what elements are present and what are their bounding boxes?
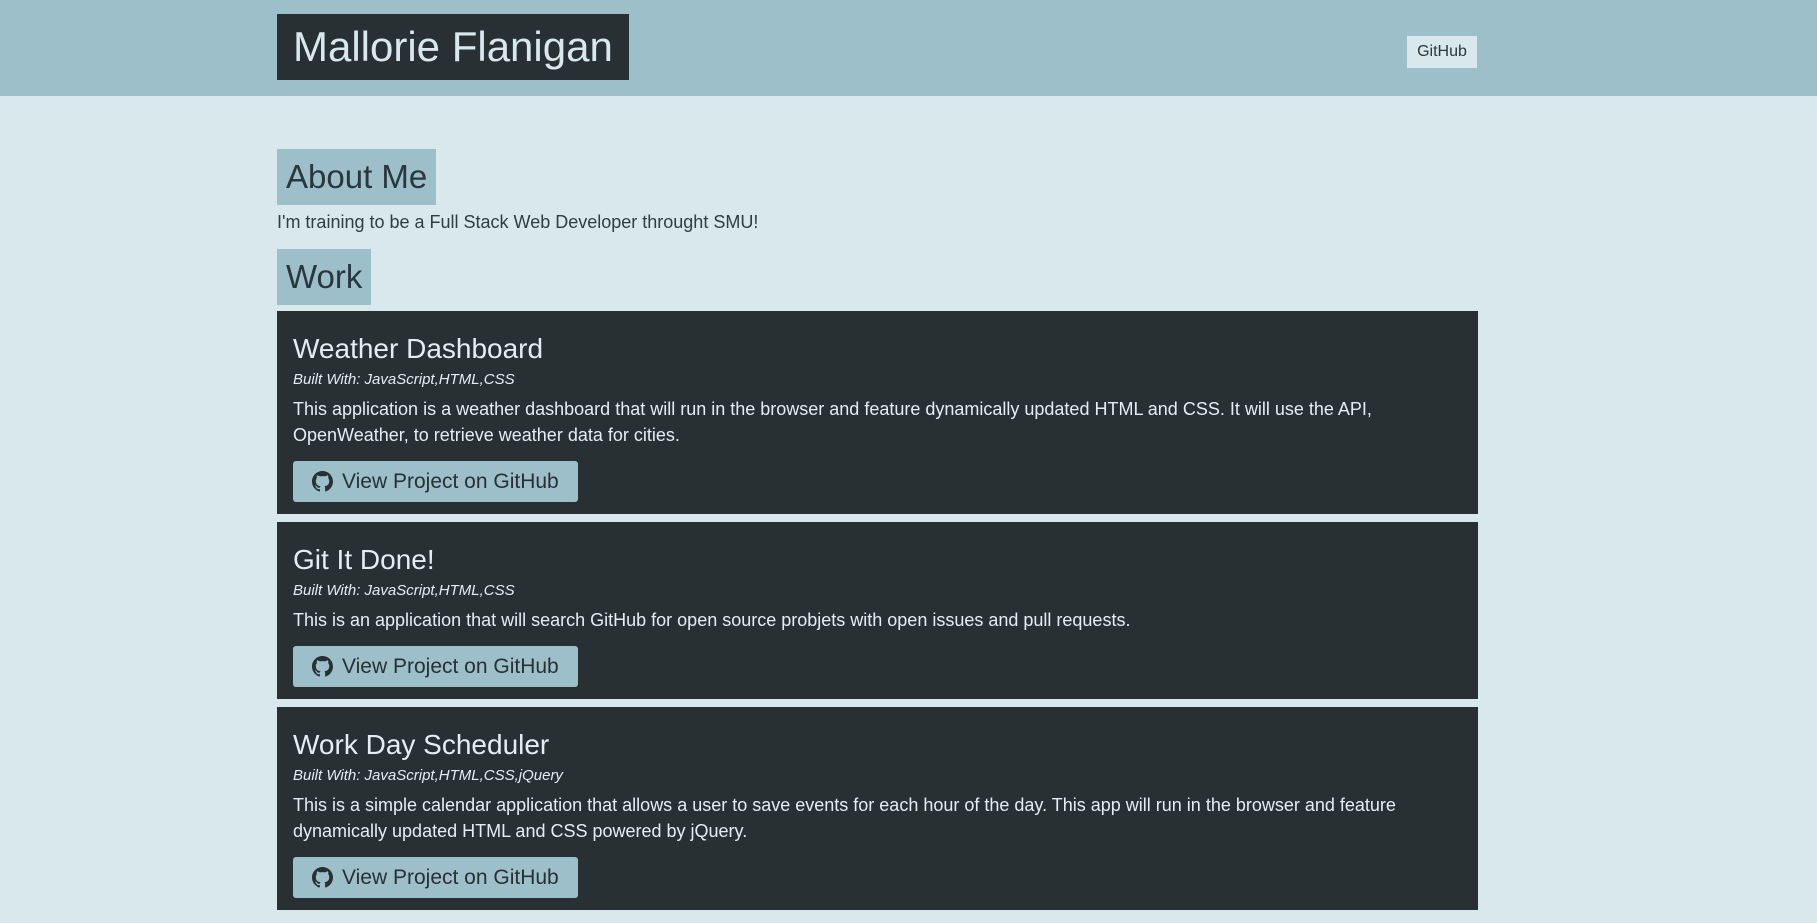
site-header: Mallorie Flanigan GitHub	[0, 0, 1817, 96]
project-built-with: Built With: JavaScript,HTML,CSS	[293, 371, 515, 388]
nav-github-link[interactable]: GitHub	[1407, 36, 1477, 68]
about-text: I'm training to be a Full Stack Web Deve…	[277, 212, 759, 232]
view-project-button[interactable]: View Project on GitHub	[293, 857, 578, 898]
project-title: Git It Done!	[293, 544, 435, 575]
view-project-label: View Project on GitHub	[342, 654, 559, 678]
project-description: This is a simple calendar application th…	[293, 795, 1396, 841]
project-card: Git It Done! Built With: JavaScript,HTML…	[277, 522, 1478, 699]
work-heading: Work	[277, 249, 372, 305]
site-title: Mallorie Flanigan	[277, 14, 629, 80]
project-built-with: Built With: JavaScript,HTML,CSS	[293, 582, 515, 599]
main-content: About Me I'm training to be a Full Stack…	[277, 96, 1478, 910]
project-description: This application is a weather dashboard …	[293, 399, 1372, 445]
view-project-button[interactable]: View Project on GitHub	[293, 646, 578, 687]
project-description: This is an application that will search …	[293, 610, 1131, 630]
project-card: Work Day Scheduler Built With: JavaScrip…	[277, 707, 1478, 910]
about-heading: About Me	[277, 149, 437, 205]
project-title: Work Day Scheduler	[293, 729, 550, 760]
github-icon	[312, 867, 333, 888]
view-project-label: View Project on GitHub	[342, 469, 559, 493]
about-section: About Me I'm training to be a Full Stack…	[277, 96, 1478, 234]
view-project-label: View Project on GitHub	[342, 865, 559, 889]
github-icon	[312, 656, 333, 677]
project-title: Weather Dashboard	[293, 333, 544, 364]
project-built-with: Built With: JavaScript,HTML,CSS,jQuery	[293, 767, 563, 784]
project-card: Weather Dashboard Built With: JavaScript…	[277, 311, 1478, 514]
work-section: Work Weather Dashboard Built With: JavaS…	[277, 234, 1478, 910]
github-icon	[312, 471, 333, 492]
view-project-button[interactable]: View Project on GitHub	[293, 461, 578, 502]
